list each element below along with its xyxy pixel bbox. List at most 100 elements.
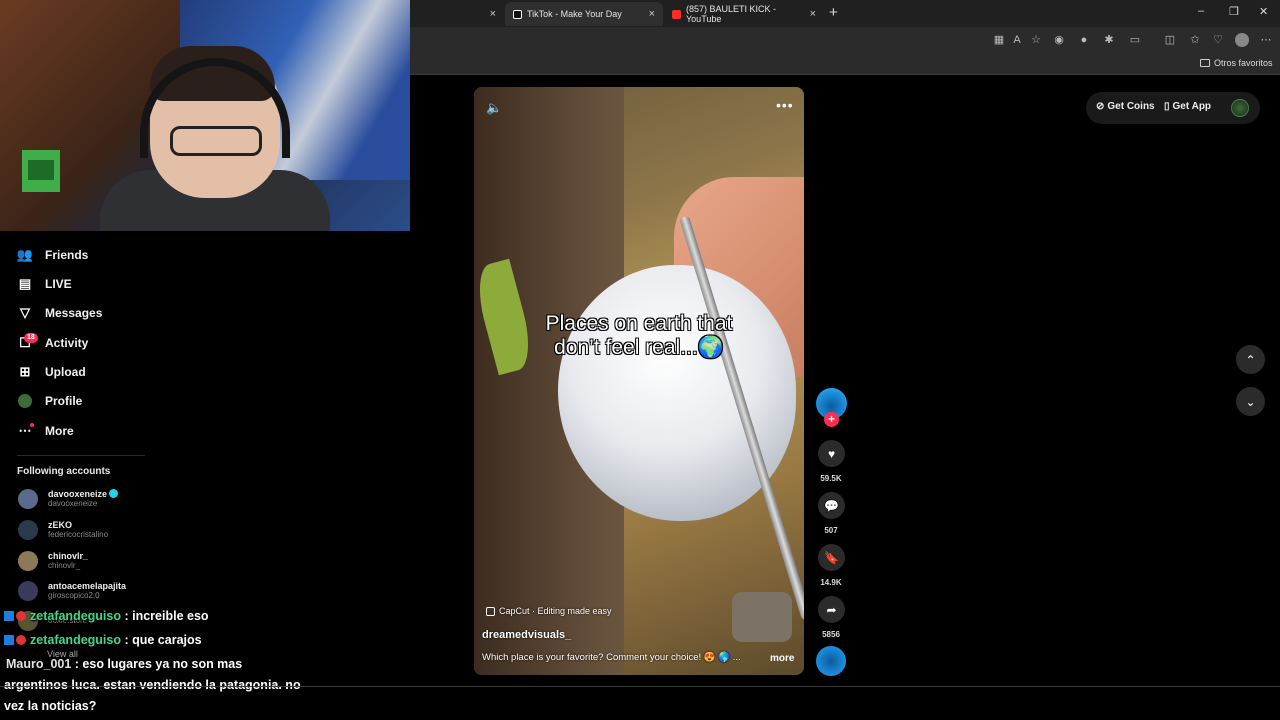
account-name: davooxeneize xyxy=(48,489,108,499)
profile-icon xyxy=(17,393,33,409)
sidebar-item-live[interactable]: ▤ LIVE xyxy=(17,274,72,294)
video-player[interactable] xyxy=(474,87,804,675)
get-coins-button[interactable]: ⊘ Get Coins xyxy=(1096,101,1155,112)
chat-message: Mauro_001 : eso lugares ya no son mas xyxy=(6,654,242,674)
sidebar-item-label: Friends xyxy=(45,248,89,262)
following-account[interactable]: chinovlr_ chinovlr_ xyxy=(18,551,88,571)
sidebar-item-more[interactable]: ⋯ More xyxy=(17,421,74,441)
sidebar-divider xyxy=(17,455,145,456)
comment-button[interactable]: 💬 xyxy=(818,492,845,519)
minimize-button[interactable]: – xyxy=(1198,5,1204,17)
like-button[interactable]: ♥ xyxy=(818,440,845,467)
close-icon[interactable]: × xyxy=(490,8,496,20)
next-video-button[interactable]: ⌄ xyxy=(1236,387,1265,416)
capcut-label[interactable]: CapCut · Editing made easy xyxy=(486,606,612,616)
phone-icon: ▯ xyxy=(1164,101,1170,112)
description-more-link[interactable]: more xyxy=(770,653,794,664)
get-app-button[interactable]: ▯ Get App xyxy=(1164,101,1211,112)
share-icon: ➦ xyxy=(826,602,837,617)
chat-message-continued: argentinos luca. estan vendiendo la pata… xyxy=(4,675,301,695)
webcam-overlay xyxy=(0,0,410,231)
heart-icon: ♥ xyxy=(827,446,836,461)
extension-3-icon[interactable]: ✱ xyxy=(1102,33,1116,47)
favorite-star-icon[interactable]: ☆ xyxy=(1029,33,1043,47)
comment-icon: 💬 xyxy=(824,498,839,513)
coin-icon: ⊘ xyxy=(1096,101,1105,112)
video-author[interactable]: dreamedvisuals_ xyxy=(482,629,571,641)
knife-handle xyxy=(732,592,792,642)
messages-icon: ▽ xyxy=(20,305,30,320)
sidebar-item-label: Profile xyxy=(45,394,83,408)
chat-username: zetafandeguiso xyxy=(30,633,121,647)
video-overlay-text: Places on earth that don’t feel real...🌍 xyxy=(474,312,804,360)
following-account[interactable]: zEKO federicocristalino xyxy=(18,520,108,540)
bookmark-icon: 🔖 xyxy=(824,550,839,565)
capcut-icon xyxy=(486,606,495,616)
chat-text: : que carajos xyxy=(121,633,202,647)
split-screen-icon[interactable]: ◫ xyxy=(1163,33,1177,47)
extension-2-icon[interactable]: ● xyxy=(1077,33,1091,47)
volume-icon[interactable]: 🔈 xyxy=(486,100,502,116)
account-username: chinovlr_ xyxy=(48,561,81,570)
follow-button[interactable]: + xyxy=(824,412,839,427)
tab-label: (857) BAULETI KICK - YouTube xyxy=(686,4,777,24)
account-name: zEKO xyxy=(48,520,73,530)
sidebar-item-friends[interactable]: 👥 Friends xyxy=(17,245,88,265)
folder-icon xyxy=(1200,59,1210,67)
video-menu-icon[interactable]: ••• xyxy=(776,97,794,113)
chat-message-continued: vez la noticias? xyxy=(4,696,96,716)
browser-tab-youtube[interactable]: (857) BAULETI KICK - YouTube × xyxy=(664,2,824,26)
close-icon[interactable]: × xyxy=(810,8,816,20)
close-icon[interactable]: × xyxy=(649,8,655,20)
account-avatar-icon[interactable] xyxy=(1235,33,1249,47)
sidebar-item-profile[interactable]: Profile xyxy=(17,391,82,411)
tiktok-icon xyxy=(513,9,522,19)
account-username: federicocristalino xyxy=(48,530,109,539)
capcut-text: CapCut · Editing made easy xyxy=(499,606,612,616)
music-disc-icon[interactable] xyxy=(816,646,846,676)
sidebar-item-label: More xyxy=(45,424,74,438)
sidebar-item-label: LIVE xyxy=(45,277,72,291)
sidebar-item-upload[interactable]: ⊞ Upload xyxy=(17,362,86,382)
following-account[interactable]: antoacemelapajita giroscopico2.0 xyxy=(18,581,126,601)
health-icon[interactable]: ♡ xyxy=(1211,33,1225,47)
previous-video-button[interactable]: ⌃ xyxy=(1236,345,1265,374)
new-tab-button[interactable]: + xyxy=(829,4,838,21)
chat-text: : increible eso xyxy=(121,609,209,623)
sidebar-item-messages[interactable]: ▽ Messages xyxy=(17,303,102,323)
account-username: davooxeneize xyxy=(48,499,98,508)
comment-count: 507 xyxy=(824,526,838,535)
apps-icon[interactable]: ▦ xyxy=(992,33,1006,47)
sidebar-item-label: Activity xyxy=(45,336,89,350)
chevron-down-icon: ⌄ xyxy=(1245,394,1256,409)
avatar xyxy=(18,581,38,601)
cast-icon[interactable]: ▭ xyxy=(1128,33,1142,47)
profile-avatar[interactable] xyxy=(1231,99,1249,117)
extension-1-icon[interactable]: ◉ xyxy=(1052,33,1066,47)
live-icon: ▤ xyxy=(18,276,32,291)
bookmarks-folder-otros[interactable]: Otros favoritos xyxy=(1200,58,1273,68)
following-account[interactable]: davooxeneize davooxeneize xyxy=(18,489,119,509)
folder-label: Otros favoritos xyxy=(1214,58,1273,68)
chat-username: zetafandeguiso xyxy=(30,609,121,623)
like-count: 59.5K xyxy=(820,474,842,483)
overlay-line-1: Places on earth that xyxy=(545,312,733,335)
following-accounts-title: Following accounts xyxy=(17,466,111,477)
save-button[interactable]: 🔖 xyxy=(818,544,845,571)
get-coins-label: Get Coins xyxy=(1107,101,1155,112)
browser-tab-1[interactable]: × xyxy=(400,2,504,26)
translate-icon[interactable]: A xyxy=(1010,33,1024,47)
chat-text: vez la noticias? xyxy=(4,699,97,713)
account-name: chinovlr_ xyxy=(48,551,89,561)
account-name: antoacemelapajita xyxy=(48,581,127,591)
share-button[interactable]: ➦ xyxy=(818,596,845,623)
favorites-icon[interactable]: ✩ xyxy=(1188,33,1202,47)
account-username: giroscopico2.0 xyxy=(48,591,100,600)
browser-menu-icon[interactable]: ⋯ xyxy=(1259,33,1273,47)
maximize-button[interactable]: ❐ xyxy=(1229,5,1239,18)
verified-icon xyxy=(109,489,119,498)
platform-icon xyxy=(4,635,14,645)
window-close-button[interactable]: ✕ xyxy=(1259,5,1268,18)
browser-tab-tiktok[interactable]: TikTok - Make Your Day × xyxy=(505,2,663,26)
user-badge-icon xyxy=(16,611,26,621)
